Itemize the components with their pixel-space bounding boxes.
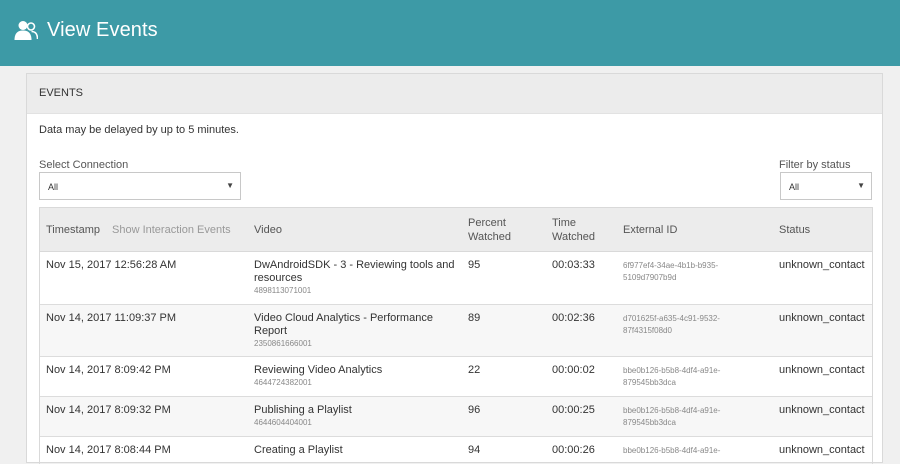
- row-status: unknown_contact: [779, 364, 865, 376]
- users-icon: [14, 21, 38, 40]
- row-status: unknown_contact: [779, 404, 865, 416]
- app-header: View Events: [0, 0, 900, 66]
- row-video-id: 2350861666001: [254, 339, 312, 348]
- column-time-watched[interactable]: Time Watched: [552, 216, 595, 244]
- row-percent: 96: [468, 404, 481, 416]
- delay-notice: Data may be delayed by up to 5 minutes.: [39, 124, 239, 136]
- column-external-id[interactable]: External ID: [623, 223, 677, 237]
- row-status: unknown_contact: [779, 444, 865, 456]
- row-external-id: bbe0b126-b5b8-4df4-a91e-: [623, 446, 721, 455]
- filter-status-label: Filter by status: [779, 159, 851, 171]
- column-video[interactable]: Video: [254, 223, 282, 237]
- connection-select[interactable]: All ▼: [39, 172, 241, 200]
- select-connection-label: Select Connection: [39, 159, 129, 171]
- connection-select-value: All: [48, 182, 59, 192]
- page-title: View Events: [47, 19, 158, 41]
- row-external-id-line2: 87f4315f08d0: [623, 326, 672, 335]
- row-external-id: bbe0b126-b5b8-4df4-a91e- 879545bb3dca: [623, 405, 720, 429]
- row-external-id-line1: 6f977ef4-34ae-4b1b-b935-: [623, 261, 719, 270]
- panel-heading: EVENTS: [39, 87, 84, 99]
- table-row[interactable]: Nov 14, 2017 11:09:37 PM Video Cloud Ana…: [40, 305, 872, 357]
- row-percent: 95: [468, 259, 481, 271]
- column-time-watched-line1: Time: [552, 217, 577, 229]
- row-external-id: 6f977ef4-34ae-4b1b-b935- 5109d7907b9d: [623, 260, 718, 284]
- row-video-id: 4644604404001: [254, 418, 312, 427]
- status-select-value: All: [789, 182, 800, 192]
- row-video-title: Video Cloud Analytics - Performance Repo…: [254, 312, 433, 338]
- row-timestamp: Nov 14, 2017 8:09:42 PM: [46, 364, 171, 376]
- table-row[interactable]: Nov 14, 2017 8:09:42 PM Reviewing Video …: [40, 357, 872, 397]
- status-select[interactable]: All ▼: [780, 172, 872, 200]
- row-video-title-line2: Report: [254, 325, 288, 337]
- row-external-id-line2: 5109d7907b9d: [623, 273, 677, 282]
- row-external-id-line1: d701625f-a635-4c91-9532-: [623, 314, 720, 323]
- row-time: 00:00:26: [552, 444, 595, 456]
- row-external-id-line1: bbe0b126-b5b8-4df4-a91e-: [623, 366, 721, 375]
- row-timestamp: Nov 14, 2017 8:09:32 PM: [46, 404, 171, 416]
- chevron-down-icon: ▼: [226, 181, 234, 190]
- row-timestamp: Nov 14, 2017 8:08:44 PM: [46, 444, 171, 456]
- row-external-id-line2: 879545bb3dca: [623, 418, 676, 427]
- row-external-id-line1: bbe0b126-b5b8-4df4-a91e-: [623, 406, 721, 415]
- column-percent-watched-line1: Percent: [468, 217, 506, 229]
- row-time: 00:02:36: [552, 312, 595, 324]
- row-video-title-line2: resources: [254, 272, 303, 284]
- chevron-down-icon: ▼: [857, 181, 865, 190]
- row-percent: 94: [468, 444, 481, 456]
- row-timestamp: Nov 15, 2017 12:56:28 AM: [46, 259, 177, 271]
- row-percent: 89: [468, 312, 481, 324]
- row-percent: 22: [468, 364, 481, 376]
- table-header: Timestamp Show Interaction Events Video …: [40, 208, 872, 252]
- row-time: 00:00:02: [552, 364, 595, 376]
- row-video-title: DwAndroidSDK - 3 - Reviewing tools and r…: [254, 259, 455, 285]
- row-video-title: Publishing a Playlist: [254, 404, 352, 416]
- row-status: unknown_contact: [779, 259, 865, 271]
- row-video-id: 4644724382001: [254, 378, 312, 387]
- column-timestamp[interactable]: Timestamp: [46, 223, 100, 237]
- panel-header: EVENTS: [27, 74, 882, 114]
- column-time-watched-line2: Watched: [552, 231, 596, 243]
- row-timestamp: Nov 14, 2017 11:09:37 PM: [46, 312, 177, 324]
- table-row[interactable]: Nov 14, 2017 8:09:32 PM Publishing a Pla…: [40, 397, 872, 437]
- row-external-id-line2: 879545bb3dca: [623, 378, 676, 387]
- row-status: unknown_contact: [779, 312, 865, 324]
- row-external-id: d701625f-a635-4c91-9532- 87f4315f08d0: [623, 313, 720, 337]
- row-time: 00:03:33: [552, 259, 595, 271]
- show-interaction-events-link[interactable]: Show Interaction Events: [112, 223, 231, 237]
- row-video-title-line1: Video Cloud Analytics - Performance: [254, 312, 433, 324]
- row-external-id: bbe0b126-b5b8-4df4-a91e- 879545bb3dca: [623, 365, 720, 389]
- table-row[interactable]: Nov 14, 2017 8:08:44 PM Creating a Playl…: [40, 437, 872, 464]
- row-video-id: 4898113071001: [254, 286, 312, 295]
- events-table: Timestamp Show Interaction Events Video …: [39, 207, 873, 464]
- column-percent-watched-line2: Watched: [468, 231, 512, 243]
- row-video-title: Reviewing Video Analytics: [254, 364, 383, 376]
- row-time: 00:00:25: [552, 404, 595, 416]
- row-video-title-line1: DwAndroidSDK - 3 - Reviewing tools and: [254, 259, 455, 271]
- table-row[interactable]: Nov 15, 2017 12:56:28 AM DwAndroidSDK - …: [40, 252, 872, 305]
- column-percent-watched[interactable]: Percent Watched: [468, 216, 511, 244]
- events-panel: EVENTS Data may be delayed by up to 5 mi…: [26, 73, 883, 464]
- row-video-title: Creating a Playlist: [254, 444, 343, 456]
- column-status[interactable]: Status: [779, 223, 810, 237]
